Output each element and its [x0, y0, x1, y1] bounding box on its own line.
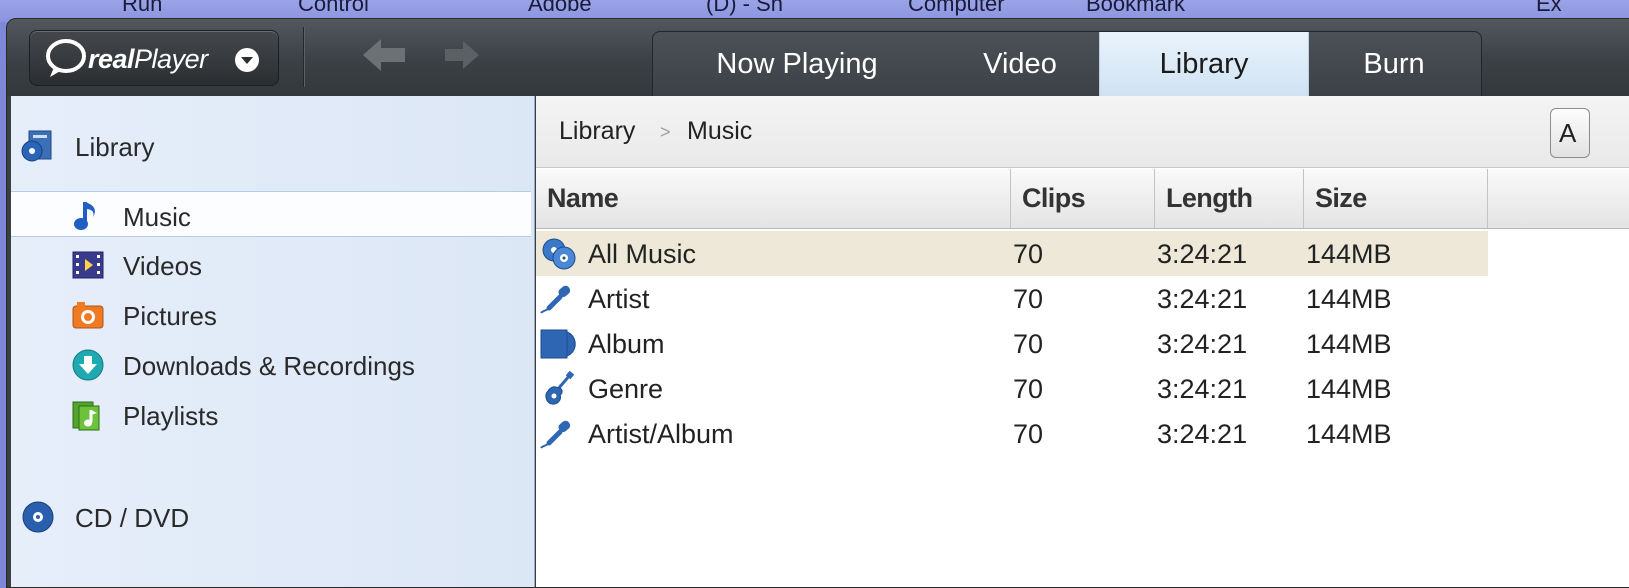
sidebar-item-music[interactable]: Music — [11, 191, 531, 237]
sidebar-item-label: Playlists — [123, 401, 219, 431]
row-size: 144MB — [1306, 239, 1392, 269]
microphone-icon — [540, 285, 571, 314]
microphone-icon — [540, 420, 571, 449]
column-header-size[interactable]: Size — [1304, 169, 1488, 228]
breadcrumb-music-current: Music — [687, 117, 753, 145]
realplayer-logo-text: realPlayer — [88, 44, 208, 74]
row-clips: 70 — [1013, 329, 1044, 359]
sidebar: Library Music Videos Pictures Downloads … — [11, 96, 535, 587]
album-icon — [540, 329, 576, 359]
row-name: All Music — [588, 239, 697, 269]
row-name: Genre — [588, 374, 664, 404]
sidebar-item-pictures[interactable]: Pictures — [11, 291, 531, 337]
desktop-label: Run — [122, 0, 163, 16]
sidebar-item-downloads-recordings[interactable]: Downloads & Recordings — [11, 341, 531, 387]
camera-icon — [72, 302, 104, 329]
breadcrumb: Library > Music A — [536, 96, 1629, 168]
chevron-down-icon — [235, 48, 259, 72]
sidebar-item-label: Pictures — [123, 301, 217, 331]
sidebar-item-label: Library — [75, 132, 155, 162]
row-clips: 70 — [1013, 374, 1044, 404]
library-icon — [21, 130, 52, 162]
breadcrumb-library-link[interactable]: Library — [559, 117, 635, 146]
table-row-all-music[interactable]: All Music 70 3:24:21 144MB — [536, 231, 1488, 276]
row-clips: 70 — [1013, 284, 1044, 314]
realplayer-logo-icon — [46, 39, 86, 77]
back-arrow-icon[interactable] — [359, 33, 409, 77]
row-length: 3:24:21 — [1157, 419, 1248, 449]
tab-library[interactable]: Library — [1099, 32, 1309, 96]
column-header-clips[interactable]: Clips — [1011, 169, 1155, 228]
table-row-artist-album[interactable]: Artist/Album 70 3:24:21 144MB — [536, 411, 1488, 456]
sidebar-item-library[interactable]: Library — [11, 122, 531, 168]
music-note-icon — [74, 202, 95, 230]
row-clips: 70 — [1013, 419, 1044, 449]
row-name: Album — [588, 329, 665, 359]
download-icon — [72, 349, 104, 381]
breadcrumb-separator: > — [660, 122, 671, 142]
sidebar-item-cd-dvd[interactable]: CD / DVD — [11, 493, 531, 539]
sidebar-item-label: CD / DVD — [75, 503, 190, 533]
column-header-length[interactable]: Length — [1155, 169, 1304, 228]
sidebar-item-videos[interactable]: Videos — [11, 241, 531, 287]
sidebar-item-label: Videos — [123, 251, 203, 281]
realplayer-window: realPlayer Now Playing Video Library Bur… — [6, 18, 1629, 588]
row-name: Artist — [588, 284, 650, 314]
row-size: 144MB — [1306, 374, 1392, 404]
row-length: 3:24:21 — [1157, 284, 1248, 314]
table-header: Name Clips Length Size — [536, 169, 1629, 229]
library-content: Library > Music A Name Clips Length Size… — [536, 96, 1629, 587]
row-clips: 70 — [1013, 239, 1044, 269]
film-icon — [72, 251, 104, 279]
row-size: 144MB — [1306, 284, 1392, 314]
sidebar-item-label: Downloads & Recordings — [123, 351, 415, 381]
row-length: 3:24:21 — [1157, 374, 1248, 404]
row-length: 3:24:21 — [1157, 329, 1248, 359]
sidebar-item-playlists[interactable]: Playlists — [11, 391, 531, 437]
main-tabs: Now Playing Video Library Burn — [652, 31, 1482, 96]
desktop-label: (D) - Sh — [706, 0, 783, 16]
table-row-album[interactable]: Album 70 3:24:21 144MB — [536, 321, 1488, 366]
desktop-label: Control — [298, 0, 369, 16]
toolbar: realPlayer Now Playing Video Library Bur… — [7, 19, 1629, 96]
toolbar-divider — [303, 27, 304, 87]
tab-burn[interactable]: Burn — [1309, 32, 1479, 96]
disc-icon — [22, 501, 54, 533]
realplayer-menu-button[interactable]: realPlayer — [29, 30, 279, 86]
column-header-name[interactable]: Name — [536, 169, 1011, 228]
desktop-label: Bookmark — [1086, 0, 1186, 16]
sidebar-item-label: Music — [123, 202, 191, 232]
row-size: 144MB — [1306, 419, 1392, 449]
all-music-icon — [542, 238, 576, 270]
row-size: 144MB — [1306, 329, 1392, 359]
toolbar-edge-button[interactable]: A — [1550, 108, 1590, 158]
row-length: 3:24:21 — [1157, 239, 1248, 269]
forward-arrow-icon[interactable] — [439, 33, 489, 77]
tab-now-playing[interactable]: Now Playing — [653, 32, 941, 96]
playlist-icon — [72, 401, 100, 431]
table-row-genre[interactable]: Genre 70 3:24:21 144MB — [536, 366, 1488, 411]
guitar-icon — [545, 371, 575, 405]
table-row-artist[interactable]: Artist 70 3:24:21 144MB — [536, 276, 1488, 321]
row-name: Artist/Album — [588, 419, 734, 449]
desktop-label: Ex — [1536, 0, 1562, 16]
desktop-label: Computer — [908, 0, 1005, 16]
tab-video[interactable]: Video — [941, 32, 1099, 96]
desktop-label: Adobe — [528, 0, 592, 16]
